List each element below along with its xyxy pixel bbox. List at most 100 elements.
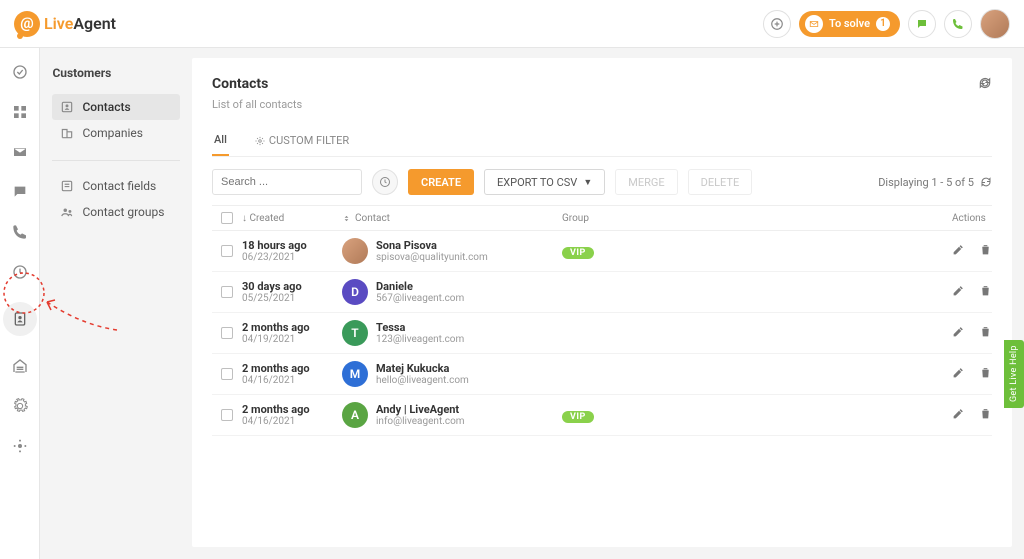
created-date: 04/16/2021: [242, 416, 342, 427]
to-solve-pill[interactable]: To solve 1: [799, 11, 900, 37]
rail-clock-icon[interactable]: [10, 262, 30, 282]
tab-all[interactable]: All: [212, 133, 229, 156]
contact-email: 123@liveagent.com: [376, 334, 464, 345]
contact-email: info@liveagent.com: [376, 416, 465, 427]
rail-phone-icon[interactable]: [10, 222, 30, 242]
delete-icon[interactable]: [979, 243, 992, 259]
gear-icon: [255, 136, 265, 146]
col-created[interactable]: ↓ Created: [242, 213, 342, 224]
row-checkbox[interactable]: [221, 368, 233, 380]
edit-icon[interactable]: [952, 366, 965, 382]
delete-button[interactable]: DELETE: [688, 169, 753, 195]
contact-email: spisova@qualityunit.com: [376, 252, 488, 263]
merge-button[interactable]: MERGE: [615, 169, 677, 195]
edit-icon[interactable]: [952, 325, 965, 341]
table-row[interactable]: 18 hours ago06/23/2021 Sona Pisovaspisova…: [212, 231, 992, 272]
export-button[interactable]: EXPORT TO CSV ▼: [484, 169, 605, 195]
table-row[interactable]: 2 months ago04/16/2021AAndy | LiveAgenti…: [212, 395, 992, 436]
contact-email: 567@liveagent.com: [376, 293, 464, 304]
main-area: Contacts List of all contacts All CUSTOM…: [192, 48, 1024, 559]
table-body: 18 hours ago06/23/2021 Sona Pisovaspisova…: [212, 231, 992, 436]
add-icon[interactable]: [763, 10, 791, 38]
delete-icon[interactable]: [979, 407, 992, 423]
create-button[interactable]: CREATE: [408, 169, 474, 195]
history-icon[interactable]: [372, 169, 398, 195]
edit-icon[interactable]: [952, 407, 965, 423]
sidebar-title: Customers: [52, 66, 180, 80]
rail-dashboard-icon[interactable]: [10, 62, 30, 82]
delete-icon[interactable]: [979, 366, 992, 382]
brand-logo[interactable]: @ LiveAgent: [14, 11, 116, 37]
top-actions: To solve 1: [763, 9, 1010, 39]
delete-icon[interactable]: [979, 325, 992, 341]
refresh-small-icon[interactable]: [980, 176, 992, 188]
row-checkbox[interactable]: [221, 409, 233, 421]
row-checkbox[interactable]: [221, 245, 233, 257]
contact-name: Sona Pisova: [376, 239, 488, 252]
user-avatar[interactable]: [980, 9, 1010, 39]
contact-name: Daniele: [376, 280, 464, 293]
contacts-panel: Contacts List of all contacts All CUSTOM…: [192, 58, 1012, 547]
delete-icon[interactable]: [979, 284, 992, 300]
table-row[interactable]: 30 days ago05/25/2021DDaniele567@liveage…: [212, 272, 992, 313]
sort-icon: [342, 214, 351, 223]
contact-avatar: [342, 238, 368, 264]
rail-settings-icon[interactable]: [10, 396, 30, 416]
sort-desc-icon: ↓: [242, 213, 247, 224]
created-date: 04/19/2021: [242, 334, 342, 345]
row-checkbox[interactable]: [221, 286, 233, 298]
col-group[interactable]: Group: [562, 213, 782, 224]
sidebar-item-label: Contacts: [82, 100, 130, 114]
col-contact[interactable]: Contact: [342, 213, 562, 224]
sidebar-item-contacts[interactable]: Contacts: [52, 94, 180, 120]
to-solve-count: 1: [876, 17, 890, 31]
group-icon: [60, 205, 74, 219]
brand-name: LiveAgent: [44, 14, 116, 33]
select-all-checkbox[interactable]: [221, 212, 233, 224]
contact-card-icon: [60, 100, 74, 114]
sidebar-item-contact-groups[interactable]: Contact groups: [52, 199, 180, 225]
table-row[interactable]: 2 months ago04/16/2021MMatej Kukuckahell…: [212, 354, 992, 395]
edit-icon[interactable]: [952, 284, 965, 300]
rail-apps-icon[interactable]: [10, 102, 30, 122]
created-relative: 2 months ago: [242, 321, 342, 334]
table-row[interactable]: 2 months ago04/19/2021T Tessa123@liveagen…: [212, 313, 992, 354]
tab-custom-filter[interactable]: CUSTOM FILTER: [253, 133, 351, 156]
envelope-icon: [805, 15, 823, 33]
secondary-sidebar: Customers Contacts Companies Contact fie…: [40, 48, 192, 559]
col-actions: Actions: [782, 213, 992, 224]
contact-email: hello@liveagent.com: [376, 375, 469, 386]
created-date: 04/16/2021: [242, 375, 342, 386]
rail-knowledge-icon[interactable]: [10, 356, 30, 376]
chat-icon[interactable]: [908, 10, 936, 38]
rail-contacts-icon[interactable]: [3, 302, 37, 336]
created-relative: 2 months ago: [242, 403, 342, 416]
sidebar-item-companies[interactable]: Companies: [52, 120, 180, 146]
toolbar: CREATE EXPORT TO CSV ▼ MERGE DELETE Disp…: [212, 157, 992, 206]
chevron-down-icon: ▼: [583, 177, 592, 188]
search-input[interactable]: [212, 169, 362, 195]
contact-name: Tessa: [376, 321, 464, 334]
rail-chat-icon[interactable]: [10, 182, 30, 202]
rail-mail-icon[interactable]: [10, 142, 30, 162]
table-header: ↓ Created Contact Group Actions: [212, 206, 992, 231]
rail-extensions-icon[interactable]: [10, 436, 30, 456]
contact-avatar: T: [342, 320, 368, 346]
form-icon: [60, 179, 74, 193]
refresh-icon[interactable]: [978, 76, 992, 94]
displaying-label: Displaying 1 - 5 of 5: [878, 176, 992, 189]
created-date: 05/25/2021: [242, 293, 342, 304]
contact-avatar: D: [342, 279, 368, 305]
contact-name: Matej Kukucka: [376, 362, 469, 375]
sidebar-item-contact-fields[interactable]: Contact fields: [52, 173, 180, 199]
to-solve-label: To solve: [829, 17, 870, 30]
sidebar-item-label: Contact fields: [82, 179, 156, 193]
row-checkbox[interactable]: [221, 327, 233, 339]
live-help-tab[interactable]: Get Live Help: [1004, 340, 1024, 408]
edit-icon[interactable]: [952, 243, 965, 259]
created-date: 06/23/2021: [242, 252, 342, 263]
logo-bubble-icon: @: [14, 11, 40, 37]
phone-icon[interactable]: [944, 10, 972, 38]
created-relative: 18 hours ago: [242, 239, 342, 252]
panel-subtitle: List of all contacts: [212, 98, 302, 111]
